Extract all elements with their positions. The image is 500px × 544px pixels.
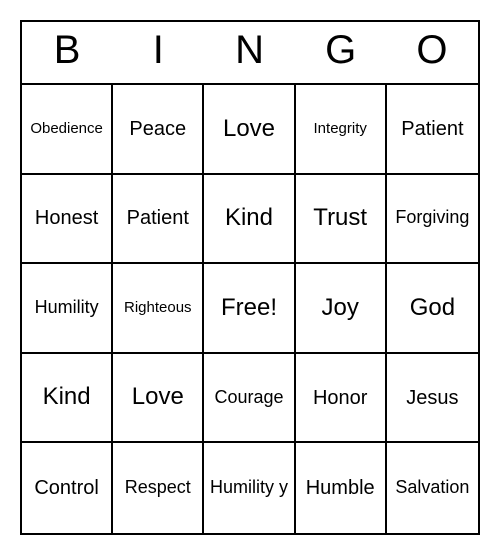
bingo-cell[interactable]: Peace xyxy=(113,85,204,175)
bingo-cell[interactable]: Control xyxy=(22,443,113,533)
bingo-cell[interactable]: Forgiving xyxy=(387,175,478,265)
bingo-cell[interactable]: Trust xyxy=(296,175,387,265)
bingo-cell[interactable]: Respect xyxy=(113,443,204,533)
bingo-cell[interactable]: Kind xyxy=(204,175,295,265)
bingo-cell[interactable]: Righteous xyxy=(113,264,204,354)
bingo-cell[interactable]: Integrity xyxy=(296,85,387,175)
bingo-cell[interactable]: Kind xyxy=(22,354,113,444)
bingo-grid: ObediencePeaceLoveIntegrityPatientHonest… xyxy=(22,83,478,533)
bingo-card: B I N G O ObediencePeaceLoveIntegrityPat… xyxy=(20,20,480,535)
bingo-cell[interactable]: Humility xyxy=(22,264,113,354)
bingo-cell[interactable]: God xyxy=(387,264,478,354)
bingo-cell[interactable]: Salvation xyxy=(387,443,478,533)
bingo-cell[interactable]: Jesus xyxy=(387,354,478,444)
bingo-cell[interactable]: Honor xyxy=(296,354,387,444)
bingo-cell[interactable]: Love xyxy=(204,85,295,175)
header-g: G xyxy=(296,22,387,83)
bingo-cell[interactable]: Patient xyxy=(387,85,478,175)
bingo-cell[interactable]: Love xyxy=(113,354,204,444)
bingo-cell[interactable]: Obedience xyxy=(22,85,113,175)
header-i: I xyxy=(113,22,204,83)
header-o: O xyxy=(387,22,478,83)
bingo-cell[interactable]: Humble xyxy=(296,443,387,533)
bingo-cell[interactable]: Courage xyxy=(204,354,295,444)
bingo-cell[interactable]: Honest xyxy=(22,175,113,265)
bingo-cell[interactable]: Free! xyxy=(204,264,295,354)
header-b: B xyxy=(22,22,113,83)
bingo-header-row: B I N G O xyxy=(22,22,478,83)
bingo-cell[interactable]: Humility y xyxy=(204,443,295,533)
bingo-cell[interactable]: Patient xyxy=(113,175,204,265)
bingo-cell[interactable]: Joy xyxy=(296,264,387,354)
header-n: N xyxy=(204,22,295,83)
